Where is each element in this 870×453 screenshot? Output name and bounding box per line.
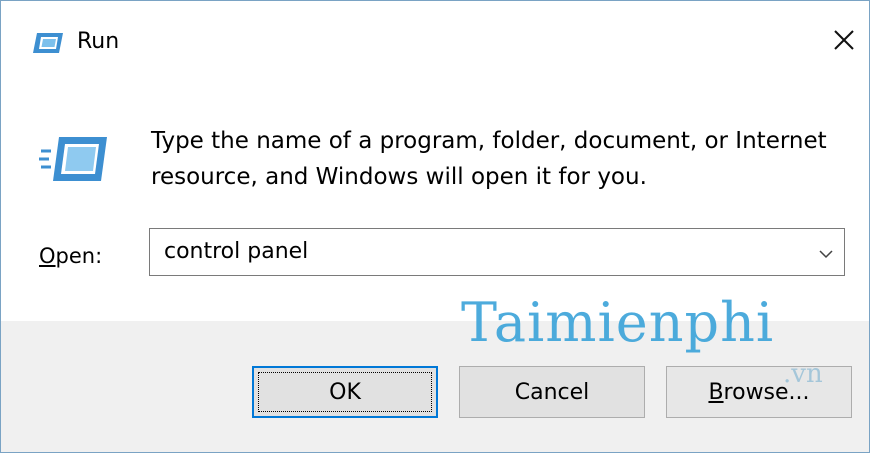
watermark-logo: Taimienphi (461, 291, 775, 354)
browse-button[interactable]: Browse... (666, 366, 852, 418)
close-icon (832, 28, 856, 56)
window-title: Run (77, 29, 120, 54)
open-combobox[interactable]: control panel (149, 228, 845, 276)
cancel-button-label: Cancel (514, 379, 590, 405)
browse-button-accelerator: B (708, 379, 724, 405)
dialog-body: Type the name of a program, folder, docu… (1, 77, 869, 321)
browse-button-label: rowse... (723, 379, 810, 405)
run-icon (39, 133, 109, 185)
instruction-text: Type the name of a program, folder, docu… (151, 128, 827, 190)
chevron-down-icon (818, 244, 834, 263)
run-dialog: Run Type the name of a program, folder, … (0, 0, 870, 453)
close-button[interactable] (821, 19, 867, 65)
open-label-accelerator: O (39, 244, 56, 268)
open-label-text: pen: (55, 244, 103, 268)
title-bar: Run (1, 1, 869, 77)
ok-button[interactable]: OK (252, 366, 438, 418)
run-icon (31, 31, 65, 55)
dropdown-button[interactable] (814, 241, 838, 265)
open-label: Open: (39, 241, 102, 271)
focus-rectangle (258, 372, 432, 412)
open-input[interactable]: control panel (164, 237, 308, 267)
cancel-button[interactable]: Cancel (459, 366, 645, 418)
